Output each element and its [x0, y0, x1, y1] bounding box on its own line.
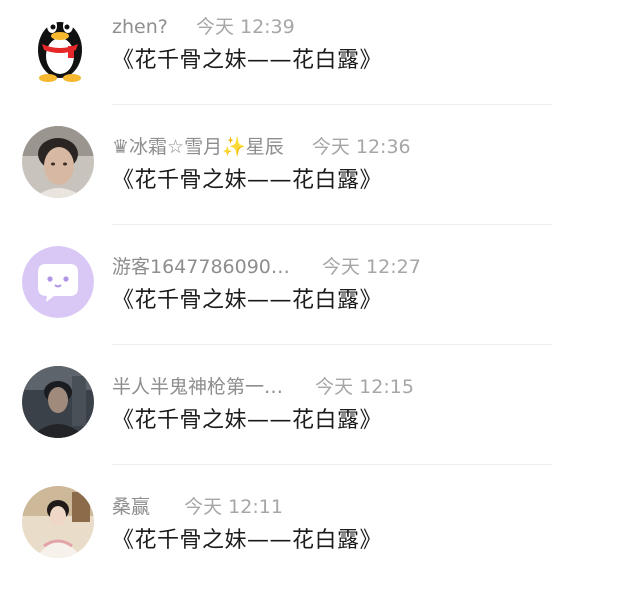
- comment-list: zhen? 今天 12:39 《花千骨之妹——花白露》 ♛冰霜☆雪月✨星辰 今天…: [0, 0, 640, 576]
- guest-chat-bubble-icon[interactable]: [22, 246, 94, 318]
- divider: [112, 104, 552, 105]
- avatar[interactable]: [22, 126, 94, 198]
- comment-meta: ♛冰霜☆雪月✨星辰 今天 12:36: [112, 132, 411, 162]
- divider: [112, 224, 552, 225]
- comment-item: 桑赢 今天 12:11 《花千骨之妹——花白露》: [0, 480, 640, 600]
- comment-text: 《花千骨之妹——花白露》: [112, 288, 383, 313]
- timestamp: 今天 12:15: [315, 376, 414, 398]
- comment-text: 《花千骨之妹——花白露》: [112, 168, 383, 193]
- comment-text: 《花千骨之妹——花白露》: [112, 528, 383, 553]
- username[interactable]: zhen?: [112, 16, 168, 38]
- username[interactable]: ♛冰霜☆雪月✨星辰: [112, 136, 284, 158]
- avatar[interactable]: [22, 366, 94, 438]
- timestamp: 今天 12:27: [321, 256, 421, 278]
- comment-item: zhen? 今天 12:39 《花千骨之妹——花白露》: [0, 0, 640, 120]
- avatar[interactable]: [22, 486, 94, 558]
- comment-text: 《花千骨之妹——花白露》: [112, 408, 383, 433]
- comment-text: 《花千骨之妹——花白露》: [112, 48, 383, 73]
- comment-meta: 桑赢 今天 12:11: [112, 492, 283, 522]
- qq-penguin-icon[interactable]: [30, 6, 90, 82]
- comment-item: 游客1647786090… 今天 12:27 《花千骨之妹——花白露》: [0, 240, 640, 360]
- username[interactable]: 桑赢: [112, 496, 150, 518]
- comment-meta: zhen? 今天 12:39: [112, 12, 295, 42]
- username[interactable]: 半人半鬼神枪第一…: [112, 376, 283, 398]
- timestamp: 今天 12:39: [195, 16, 295, 38]
- comment-item: 半人半鬼神枪第一… 今天 12:15 《花千骨之妹——花白露》: [0, 360, 640, 480]
- timestamp: 今天 12:36: [311, 136, 411, 158]
- divider: [112, 464, 552, 465]
- timestamp: 今天 12:11: [184, 496, 283, 518]
- comment-item: ♛冰霜☆雪月✨星辰 今天 12:36 《花千骨之妹——花白露》: [0, 120, 640, 240]
- divider: [112, 344, 552, 345]
- comment-meta: 游客1647786090… 今天 12:27: [112, 252, 421, 282]
- username[interactable]: 游客1647786090…: [112, 256, 290, 278]
- comment-meta: 半人半鬼神枪第一… 今天 12:15: [112, 372, 414, 402]
